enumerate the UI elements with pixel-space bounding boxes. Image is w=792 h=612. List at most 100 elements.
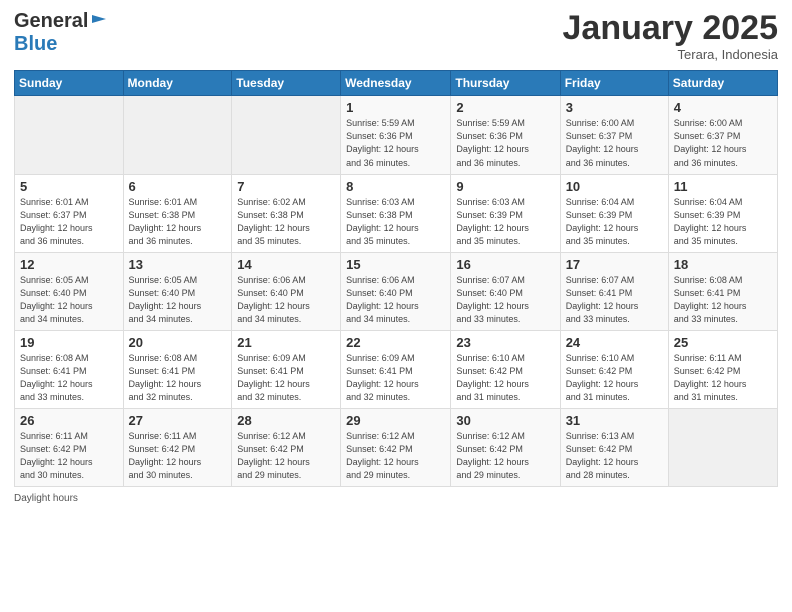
table-row: 19Sunrise: 6:08 AM Sunset: 6:41 PM Dayli… — [15, 330, 124, 408]
day-info: Sunrise: 6:12 AM Sunset: 6:42 PM Dayligh… — [456, 430, 554, 482]
day-info: Sunrise: 5:59 AM Sunset: 6:36 PM Dayligh… — [456, 117, 554, 169]
table-row: 6 Sunrise: 6:01 AM Sunset: 6:38 PM Daylig… — [123, 174, 232, 252]
table-row: 30 Sunrise: 6:12 AM Sunset: 6:42 PM Dayli… — [451, 409, 560, 487]
day-info: Sunrise: 6:00 AM Sunset: 6:37 PM Dayligh… — [674, 117, 772, 169]
logo: General Blue — [14, 10, 108, 56]
table-row — [668, 409, 777, 487]
day-info: Sunrise: 6:03 AM Sunset: 6:38 PM Dayligh… — [346, 196, 445, 248]
day-info: Sunrise: 5:59 AM Sunset: 6:36 PM Dayligh… — [346, 117, 445, 169]
day-info: Sunrise: 6:03 AM Sunset: 6:39 PM Dayligh… — [456, 196, 554, 248]
day-number: 5 — [20, 179, 118, 194]
subtitle: Terara, Indonesia — [563, 47, 779, 62]
table-row: 17Sunrise: 6:07 AM Sunset: 6:41 PM Dayli… — [560, 252, 668, 330]
calendar-week-row: 19 Sunrise: 6:08 AM Sunset: 6:41 PM Dayli… — [15, 330, 778, 408]
title-block: January 2025 Terara, Indonesia — [563, 10, 779, 62]
table-row: 8 Sunrise: 6:03 AM Sunset: 6:38 PM Daylig… — [341, 174, 451, 252]
day-number: 14 — [237, 257, 335, 272]
table-row: 4 Sunrise: 6:00 AM Sunset: 6:37 PM Daylig… — [668, 96, 777, 174]
table-row: 23Sunrise: 6:10 AM Sunset: 6:42 PM Dayli… — [451, 330, 560, 408]
calendar-day-header: Friday — [560, 71, 668, 96]
day-number: 9 — [456, 179, 554, 194]
day-number: 27 — [129, 413, 227, 428]
day-info: Sunrise: 6:10 AM Sunset: 6:42 PM Dayligh… — [456, 352, 554, 404]
day-number: 1 — [346, 100, 445, 115]
page: General Blue January 2025 Terara, Indone… — [0, 0, 792, 612]
day-info: Sunrise: 6:12 AM Sunset: 6:42 PM Dayligh… — [237, 430, 335, 482]
calendar-day-header: Thursday — [451, 71, 560, 96]
table-row: 20Sunrise: 6:08 AM Sunset: 6:41 PM Dayli… — [123, 330, 232, 408]
table-row: 7Sunrise: 6:02 AM Sunset: 6:38 PM Daylig… — [232, 174, 341, 252]
day-info: Sunrise: 6:04 AM Sunset: 6:39 PM Dayligh… — [566, 196, 663, 248]
day-info: Sunrise: 6:08 AM Sunset: 6:41 PM Dayligh… — [129, 352, 227, 404]
table-row: 26 Sunrise: 6:11 AM Sunset: 6:42 PM Dayli… — [15, 409, 124, 487]
logo-general-text: General — [14, 10, 88, 33]
table-row: 16 Sunrise: 6:07 AM Sunset: 6:40 PM Dayli… — [451, 252, 560, 330]
calendar-day-header: Monday — [123, 71, 232, 96]
footer-note: Daylight hours — [14, 493, 778, 504]
day-number: 25 — [674, 335, 772, 350]
table-row: 11Sunrise: 6:04 AM Sunset: 6:39 PM Dayli… — [668, 174, 777, 252]
day-number: 12 — [20, 257, 118, 272]
table-row: 9 Sunrise: 6:03 AM Sunset: 6:39 PM Daylig… — [451, 174, 560, 252]
day-number: 15 — [346, 257, 445, 272]
day-info: Sunrise: 6:08 AM Sunset: 6:41 PM Dayligh… — [674, 274, 772, 326]
day-info: Sunrise: 6:05 AM Sunset: 6:40 PM Dayligh… — [129, 274, 227, 326]
table-row: 21Sunrise: 6:09 AM Sunset: 6:41 PM Dayli… — [232, 330, 341, 408]
calendar-week-row: 5 Sunrise: 6:01 AM Sunset: 6:37 PM Daylig… — [15, 174, 778, 252]
day-number: 10 — [566, 179, 663, 194]
day-number: 13 — [129, 257, 227, 272]
day-number: 18 — [674, 257, 772, 272]
table-row: 2 Sunrise: 5:59 AM Sunset: 6:36 PM Daylig… — [451, 96, 560, 174]
day-number: 22 — [346, 335, 445, 350]
day-info: Sunrise: 6:11 AM Sunset: 6:42 PM Dayligh… — [20, 430, 118, 482]
header: General Blue January 2025 Terara, Indone… — [14, 10, 778, 62]
table-row: 10 Sunrise: 6:04 AM Sunset: 6:39 PM Dayli… — [560, 174, 668, 252]
day-number: 26 — [20, 413, 118, 428]
day-number: 8 — [346, 179, 445, 194]
table-row: 28 Sunrise: 6:12 AM Sunset: 6:42 PM Dayli… — [232, 409, 341, 487]
day-number: 30 — [456, 413, 554, 428]
day-number: 4 — [674, 100, 772, 115]
day-number: 6 — [129, 179, 227, 194]
table-row: 1 Sunrise: 5:59 AM Sunset: 6:36 PM Daylig… — [341, 96, 451, 174]
table-row — [15, 96, 124, 174]
day-number: 7 — [237, 179, 335, 194]
table-row: 13 Sunrise: 6:05 AM Sunset: 6:40 PM Dayli… — [123, 252, 232, 330]
table-row: 24 Sunrise: 6:10 AM Sunset: 6:42 PM Dayli… — [560, 330, 668, 408]
table-row: 18 Sunrise: 6:08 AM Sunset: 6:41 PM Dayli… — [668, 252, 777, 330]
day-number: 29 — [346, 413, 445, 428]
calendar-day-header: Wednesday — [341, 71, 451, 96]
day-info: Sunrise: 6:10 AM Sunset: 6:42 PM Dayligh… — [566, 352, 663, 404]
table-row: 15Sunrise: 6:06 AM Sunset: 6:40 PM Dayli… — [341, 252, 451, 330]
logo-blue-text: Blue — [14, 33, 57, 56]
day-info: Sunrise: 6:06 AM Sunset: 6:40 PM Dayligh… — [237, 274, 335, 326]
table-row: 29Sunrise: 6:12 AM Sunset: 6:42 PM Dayli… — [341, 409, 451, 487]
calendar-day-header: Sunday — [15, 71, 124, 96]
day-number: 24 — [566, 335, 663, 350]
table-row — [123, 96, 232, 174]
day-info: Sunrise: 6:07 AM Sunset: 6:40 PM Dayligh… — [456, 274, 554, 326]
day-info: Sunrise: 6:00 AM Sunset: 6:37 PM Dayligh… — [566, 117, 663, 169]
day-info: Sunrise: 6:07 AM Sunset: 6:41 PM Dayligh… — [566, 274, 663, 326]
day-info: Sunrise: 6:13 AM Sunset: 6:42 PM Dayligh… — [566, 430, 663, 482]
calendar-table: SundayMondayTuesdayWednesdayThursdayFrid… — [14, 70, 778, 487]
day-info: Sunrise: 6:05 AM Sunset: 6:40 PM Dayligh… — [20, 274, 118, 326]
calendar-day-header: Saturday — [668, 71, 777, 96]
day-info: Sunrise: 6:01 AM Sunset: 6:38 PM Dayligh… — [129, 196, 227, 248]
day-number: 16 — [456, 257, 554, 272]
day-number: 28 — [237, 413, 335, 428]
day-info: Sunrise: 6:11 AM Sunset: 6:42 PM Dayligh… — [129, 430, 227, 482]
table-row: 14 Sunrise: 6:06 AM Sunset: 6:40 PM Dayli… — [232, 252, 341, 330]
calendar-day-header: Tuesday — [232, 71, 341, 96]
calendar-header-row: SundayMondayTuesdayWednesdayThursdayFrid… — [15, 71, 778, 96]
day-number: 2 — [456, 100, 554, 115]
day-number: 31 — [566, 413, 663, 428]
table-row: 27 Sunrise: 6:11 AM Sunset: 6:42 PM Dayli… — [123, 409, 232, 487]
month-title: January 2025 — [563, 10, 779, 47]
day-number: 19 — [20, 335, 118, 350]
logo-flag-icon — [90, 13, 108, 31]
daylight-label: Daylight hours — [14, 493, 78, 504]
day-info: Sunrise: 6:01 AM Sunset: 6:37 PM Dayligh… — [20, 196, 118, 248]
day-info: Sunrise: 6:11 AM Sunset: 6:42 PM Dayligh… — [674, 352, 772, 404]
table-row: 5 Sunrise: 6:01 AM Sunset: 6:37 PM Daylig… — [15, 174, 124, 252]
